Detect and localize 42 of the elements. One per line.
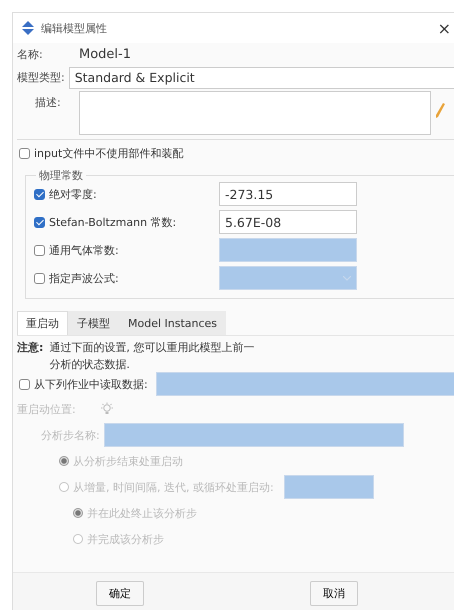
checkbox[interactable] (34, 244, 45, 256)
no-parts-label: input文件中不使用部件和装配 (34, 146, 184, 161)
restart-option-label: 从增量, 时间间隔, 迭代, 或循环处重启动: (73, 480, 274, 494)
constant-field[interactable]: -273.15 (219, 182, 357, 206)
constant-field[interactable]: 5.67E-08 (219, 210, 357, 234)
restart-option-label: 从分析步结束处重启动 (73, 454, 183, 468)
description-label: 描述: (34, 95, 62, 110)
chevron-icon (343, 276, 351, 280)
formula-dropdown[interactable] (219, 266, 357, 290)
window-title: 编辑模型属性 (41, 20, 108, 36)
read-from-job-label: 从下列作业中读取数据: (34, 376, 148, 392)
constant-label: 绝对零度: (49, 186, 98, 202)
checkbox[interactable] (19, 148, 30, 159)
end-option-label: 并在此处终止该分析步 (87, 506, 197, 520)
constant-label: 指定声波公式: (49, 270, 120, 286)
tab[interactable]: Model Instances (119, 311, 226, 335)
diamond-icon (21, 21, 35, 35)
constant-field[interactable] (219, 238, 357, 262)
description-field[interactable] (79, 91, 431, 135)
end-option-label: 并完成该分析步 (87, 532, 164, 546)
close-button[interactable]: × (436, 18, 453, 38)
note-text: 分析的状态数据. (49, 357, 130, 372)
constant-label: 通用气体常数: (49, 242, 120, 258)
model-type-label: 模型类型: (17, 70, 65, 85)
tab[interactable]: 重启动 (17, 311, 68, 335)
step-name-label: 分析步名称: (41, 428, 100, 442)
model-name: Model-1 (79, 47, 131, 62)
pencil-icon[interactable] (435, 103, 445, 119)
checkbox[interactable] (34, 188, 45, 200)
lightbulb-icon (100, 402, 114, 416)
note-text: 通过下面的设置, 您可以重用此模型上前一 (49, 340, 254, 355)
group-title: 物理常数 (36, 168, 86, 183)
restart-location-label: 重启动位置: (17, 402, 76, 416)
name-label: 名称: (17, 47, 44, 62)
dialog-button[interactable]: 确定 (96, 580, 144, 606)
model-type-field[interactable]: Standard & Explicit (68, 66, 454, 88)
checkbox[interactable] (34, 272, 45, 284)
checkbox[interactable] (34, 216, 45, 228)
constant-label: Stefan-Boltzmann 常数: (49, 214, 178, 230)
tab[interactable]: 子模型 (68, 311, 119, 335)
note-label: 注意: (17, 340, 44, 356)
dialog-button[interactable]: 取消 (310, 580, 358, 606)
